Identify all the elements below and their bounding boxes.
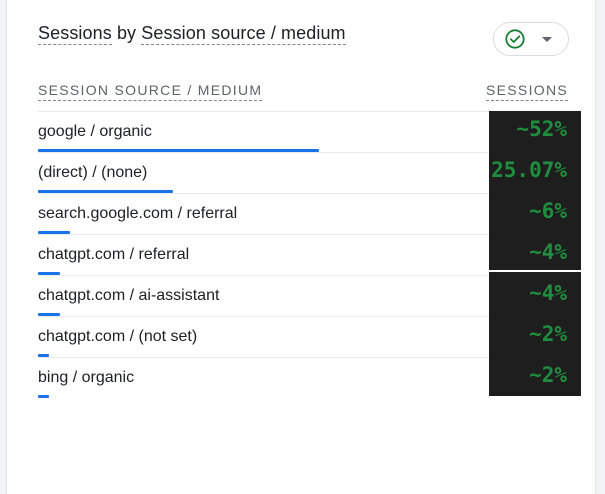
row-sessions-value: ~2% (529, 322, 567, 346)
sessions-by-source-card: Sessions by Session source / medium SESS… (6, 0, 596, 494)
row-source-label: search.google.com / referral (38, 205, 238, 222)
row-source-label: chatgpt.com / referral (38, 246, 190, 263)
row-bar-track (38, 395, 488, 398)
row-source-label: (direct) / (none) (38, 164, 148, 181)
row-sessions-value: ~4% (529, 240, 567, 264)
card-title[interactable]: Sessions by Session source / medium (38, 23, 346, 45)
column-header-sessions[interactable]: SESSIONS (486, 82, 568, 101)
row-sessions-value: 25.07% (491, 158, 567, 182)
dimension-name[interactable]: Session source / medium (141, 23, 346, 45)
check-circle-icon (505, 29, 525, 49)
column-header-source-medium[interactable]: SESSION SOURCE / MEDIUM (38, 82, 263, 101)
row-source-label: chatgpt.com / (not set) (38, 328, 198, 345)
row-sessions-value: ~52% (516, 117, 567, 141)
row-sessions-value: ~4% (529, 281, 567, 305)
row-source-label: google / organic (38, 123, 152, 140)
title-connector: by (111, 23, 142, 43)
row-source-label: chatgpt.com / ai-assistant (38, 287, 220, 304)
metric-name[interactable]: Sessions (38, 23, 112, 45)
row-share-bar (38, 395, 49, 398)
row-source-label: bing / organic (38, 369, 135, 386)
chevron-down-icon (542, 37, 552, 42)
insights-status-dropdown[interactable] (493, 22, 569, 56)
row-sessions-value: ~2% (529, 363, 567, 387)
row-sessions-value: ~6% (529, 199, 567, 223)
